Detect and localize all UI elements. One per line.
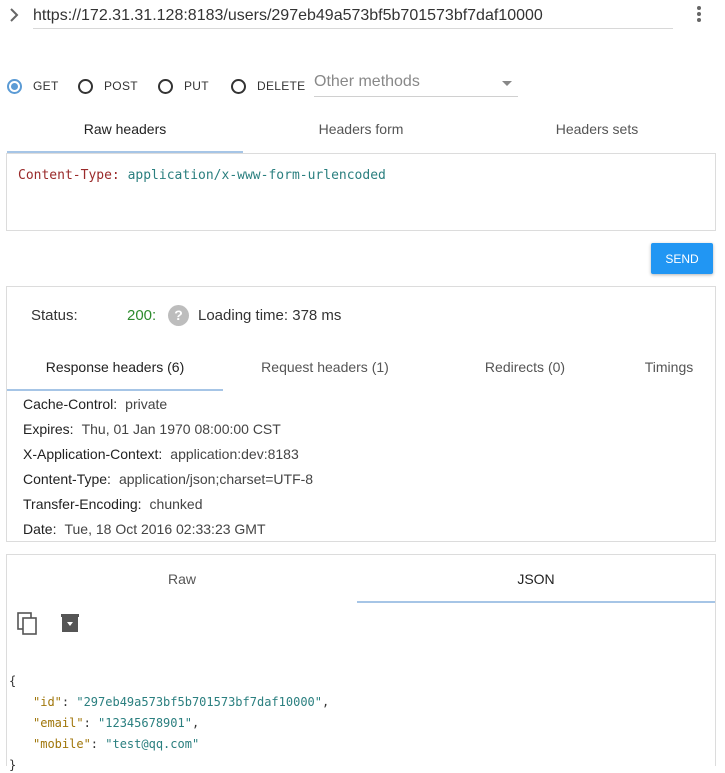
method-radio-delete[interactable]: DELETE	[231, 77, 305, 95]
header-key: X-Application-Context:	[23, 446, 163, 462]
json-value: "test@qq.com"	[105, 737, 200, 751]
method-label: PUT	[184, 79, 209, 93]
tab-headers-sets[interactable]: Headers sets	[479, 112, 715, 153]
tab-headers-form[interactable]: Headers form	[243, 112, 479, 153]
json-separator: ,	[191, 716, 200, 730]
response-tabs: Response headers (6) Request headers (1)…	[7, 347, 715, 391]
header-value: chunked	[149, 496, 203, 512]
save-icon[interactable]	[61, 614, 79, 632]
header-tabs: Raw headers Headers form Headers sets	[7, 112, 715, 153]
response-header-row: Content-Type: application/json;charset=UT…	[23, 470, 313, 495]
method-radio-get[interactable]: GET	[7, 77, 59, 95]
raw-headers-editor[interactable]: Content-Type: application/x-www-form-url…	[6, 153, 716, 231]
response-body-panel: Raw JSON { "id": "297eb49a573bf5b701573b…	[6, 554, 716, 772]
radio-unchecked-icon	[158, 78, 173, 94]
method-label: GET	[33, 79, 59, 93]
response-header-row: Cache-Control: private	[23, 395, 313, 420]
radio-checked-icon	[7, 78, 22, 94]
send-button[interactable]: SEND	[651, 243, 713, 274]
tab-request-headers[interactable]: Request headers (1)	[223, 347, 427, 391]
header-value: application/x-www-form-urlencoded	[127, 168, 386, 183]
response-header-row: Date: Tue, 18 Oct 2016 02:33:23 GMT	[23, 520, 313, 545]
status-label: Status:	[31, 307, 78, 324]
json-close-brace: }	[9, 758, 17, 772]
header-key: Date:	[23, 521, 57, 537]
help-icon[interactable]: ?	[168, 305, 189, 326]
json-field: "email": "12345678901",	[33, 716, 200, 730]
header-key: Expires:	[23, 421, 74, 437]
json-separator: ,	[322, 695, 330, 709]
json-key: "id"	[33, 695, 62, 709]
radio-unchecked-icon	[231, 78, 246, 94]
header-value: Thu, 01 Jan 1970 08:00:00 CST	[81, 421, 281, 437]
copy-icon[interactable]	[17, 612, 39, 636]
method-label: DELETE	[257, 79, 306, 93]
json-value: "297eb49a573bf5b701573bf7daf10000"	[76, 695, 322, 709]
body-tabs: Raw JSON	[7, 561, 715, 603]
header-key: Transfer-Encoding:	[23, 496, 142, 512]
json-key: "email"	[33, 716, 84, 730]
header-value: application/json;charset=UTF-8	[118, 471, 314, 487]
header-key: Content-Type:	[23, 471, 111, 487]
more-vert-icon[interactable]	[693, 6, 705, 26]
json-field: "mobile": "test@qq.com"	[33, 737, 200, 751]
json-key: "mobile"	[33, 737, 91, 751]
json-value: "12345678901"	[98, 716, 192, 730]
chevron-right-icon[interactable]	[8, 6, 22, 24]
json-field: "id": "297eb49a573bf5b701573bf7daf10000"…	[33, 695, 330, 709]
tab-timings[interactable]: Timings	[623, 347, 715, 391]
tab-redirects[interactable]: Redirects (0)	[427, 347, 623, 391]
other-methods-dropdown[interactable]: Other methods	[314, 73, 518, 97]
header-value: application:dev:8183	[170, 446, 299, 462]
json-open-brace: {	[9, 674, 17, 688]
header-value: Tue, 18 Oct 2016 02:33:23 GMT	[64, 521, 266, 537]
other-methods-placeholder: Other methods	[314, 73, 420, 90]
tab-raw-headers[interactable]: Raw headers	[7, 112, 243, 153]
tab-response-headers[interactable]: Response headers (6)	[7, 347, 223, 391]
loading-time: Loading time: 378 ms	[198, 307, 342, 324]
url-bar	[0, 0, 725, 32]
method-radio-post[interactable]: POST	[78, 77, 138, 95]
tab-raw[interactable]: Raw	[7, 561, 357, 603]
url-input[interactable]	[33, 3, 673, 29]
status-code: 200:	[127, 307, 157, 324]
response-headers-list: Cache-Control: private Expires: Thu, 01 Ja…	[23, 395, 313, 545]
response-header-row: Expires: Thu, 01 Jan 1970 08:00:00 CST	[23, 420, 313, 445]
json-viewer: { "id": "297eb49a573bf5b701573bf7daf1000…	[7, 671, 329, 773]
radio-unchecked-icon	[78, 78, 93, 94]
tab-json[interactable]: JSON	[357, 561, 715, 603]
method-radio-put[interactable]: PUT	[158, 77, 209, 95]
header-value: private	[125, 396, 168, 412]
response-header-row: X-Application-Context: application:dev:81…	[23, 445, 313, 470]
method-selector: GET POST PUT DELETE Other methods	[0, 70, 725, 100]
header-key: Cache-Control:	[23, 396, 118, 412]
response-panel: Status: 200: ? Loading time: 378 ms Resp…	[6, 286, 716, 542]
response-header-row: Transfer-Encoding: chunked	[23, 495, 313, 520]
header-key: Content-Type:	[18, 168, 120, 183]
dropdown-arrow-icon	[502, 81, 512, 86]
method-label: POST	[104, 79, 138, 93]
